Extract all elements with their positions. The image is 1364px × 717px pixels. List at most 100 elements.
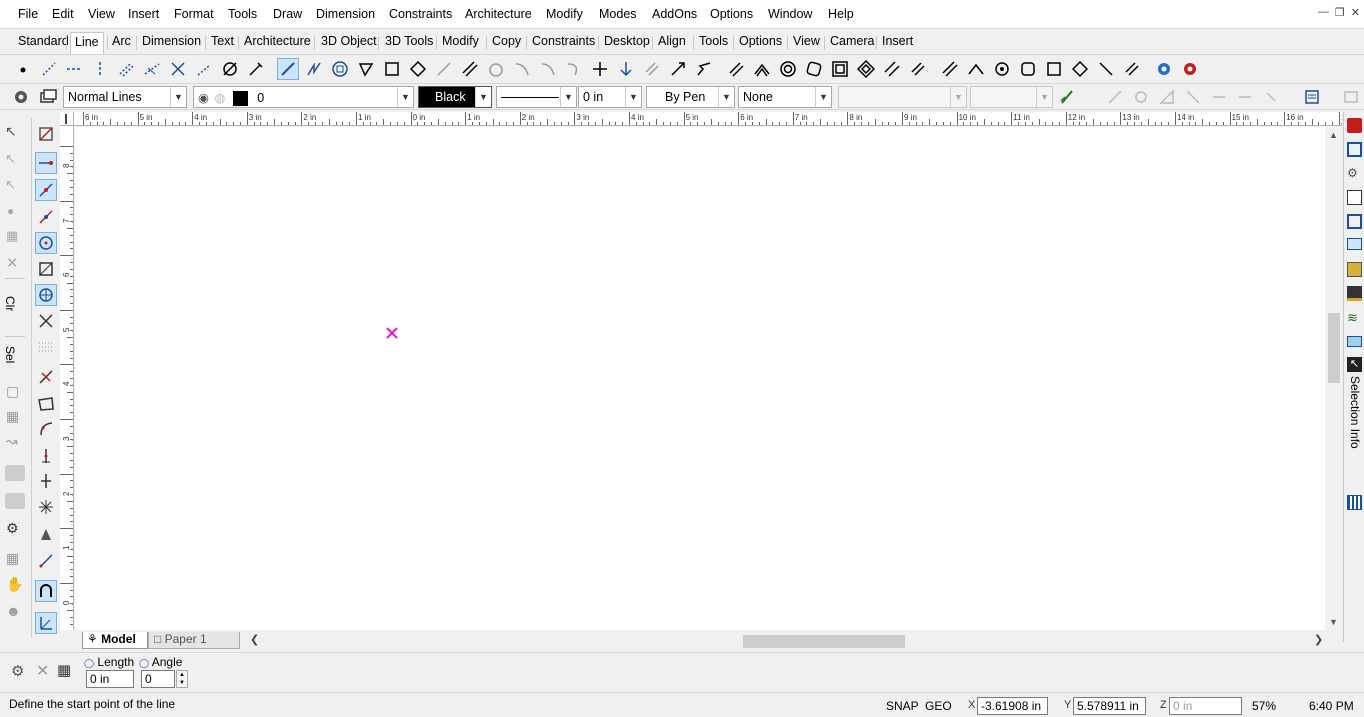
snap-angle-icon[interactable] [35, 612, 57, 634]
select-label[interactable]: Sel [3, 346, 17, 363]
tab-3d-tools[interactable]: 3D Tools [384, 34, 434, 52]
minimize-icon[interactable]: — [1318, 6, 1329, 19]
pen-select[interactable]: By Pen ▼ [646, 86, 735, 108]
menu-edit[interactable]: Edit [52, 7, 74, 21]
snap-box-icon[interactable] [35, 258, 57, 280]
snap-toggle[interactable]: SNAP [886, 699, 919, 713]
tab-desktop[interactable]: Desktop [603, 34, 651, 52]
wall-parallel-tool-icon[interactable] [939, 58, 961, 80]
menu-modify[interactable]: Modify [546, 7, 583, 21]
y-coordinate-field[interactable]: 5.578911 in [1073, 697, 1146, 715]
tab-text[interactable]: Text [210, 34, 235, 52]
double-rectangle-tool-icon[interactable] [829, 58, 851, 80]
vertical-scroll-thumb[interactable] [1328, 313, 1340, 383]
x-coordinate-field[interactable]: -3.61908 in [977, 697, 1048, 715]
line-style-select[interactable]: ▼ [496, 86, 577, 108]
extend-tool-icon[interactable] [667, 58, 689, 80]
scroll-left-icon[interactable]: ❮ [250, 633, 259, 646]
z-coordinate-field[interactable]: 0 in [1169, 697, 1242, 715]
double-diamond-tool-icon[interactable] [855, 58, 877, 80]
delete-icon[interactable]: ✕ [6, 254, 19, 272]
tab-view[interactable]: View [792, 34, 821, 52]
angle-input[interactable]: 0 [141, 670, 175, 688]
chamfer-line-tool-icon[interactable] [433, 58, 455, 80]
hatch-tool-icon[interactable] [641, 58, 663, 80]
geo-toggle[interactable]: GEO [925, 699, 952, 713]
align-tool-3-icon[interactable] [1156, 86, 1178, 108]
right-tool-3-icon[interactable]: ⚙ [1347, 166, 1362, 181]
restore-icon[interactable]: ❐ [1335, 6, 1345, 19]
tab-options[interactable]: Options [738, 34, 783, 52]
eye-icon[interactable]: ◉ [198, 91, 209, 105]
user-icon[interactable]: ☻ [6, 603, 21, 619]
menu-tools[interactable]: Tools [228, 7, 257, 21]
align-tool-6-icon[interactable] [1234, 86, 1256, 108]
donut-tool-icon[interactable] [777, 58, 799, 80]
scroll-right-icon[interactable]: ❯ [1314, 633, 1323, 646]
tab-line[interactable]: Line [70, 32, 104, 54]
properties-panel-icon[interactable] [1302, 86, 1324, 108]
point-tool-icon[interactable] [12, 58, 34, 80]
tab-copy[interactable]: Copy [491, 34, 522, 52]
trim-tool-icon[interactable] [589, 58, 611, 80]
vertical-scrollbar[interactable]: ▲ ▼ [1325, 127, 1342, 632]
panel-toggle-icon[interactable] [1340, 86, 1362, 108]
snap-plus-icon[interactable] [35, 470, 57, 492]
layer-number-select[interactable]: ◉ ◍ 0 ▼ [193, 86, 414, 108]
layer-manager-icon[interactable] [37, 86, 59, 108]
double-line-tool-icon[interactable] [459, 58, 481, 80]
menu-architecture[interactable]: Architecture [465, 7, 532, 21]
close-icon[interactable]: ✕ [1351, 6, 1360, 19]
fill-color-select[interactable]: ▼ [970, 86, 1053, 108]
settings-red-gear-icon[interactable] [1179, 58, 1201, 80]
length-input[interactable]: 0 in [86, 670, 134, 688]
tab-paper-1[interactable]: □ Paper 1 [148, 632, 240, 649]
layer-select[interactable]: Normal Lines ▼ [63, 86, 187, 108]
angle-wall-tool-icon[interactable] [1095, 58, 1117, 80]
menu-addons[interactable]: AddOns [652, 7, 697, 21]
tab-architecture[interactable]: Architecture [243, 34, 312, 52]
select-circle-icon[interactable]: ● [7, 204, 14, 218]
tab-standard[interactable]: Standard [17, 34, 70, 52]
scroll-down-icon[interactable]: ▼ [1329, 617, 1338, 627]
horizontal-line-tool-icon[interactable] [63, 58, 85, 80]
select-lasso-icon[interactable]: ↝ [6, 433, 18, 450]
zoom-level[interactable]: 57% [1252, 699, 1276, 713]
menu-constraints[interactable]: Constraints [389, 7, 452, 21]
menu-insert[interactable]: Insert [128, 7, 159, 21]
parallel-line-tool-icon[interactable] [115, 58, 137, 80]
regular-polygon-circle-tool-icon[interactable] [329, 58, 351, 80]
snap-perpendicular-icon[interactable] [35, 366, 57, 388]
right-tool-5-icon[interactable] [1347, 214, 1362, 229]
triangle-tool-icon[interactable] [355, 58, 377, 80]
rectangle-tool-icon[interactable] [381, 58, 403, 80]
snap-endpoint-icon[interactable] [35, 152, 57, 174]
tab-insert[interactable]: Insert [881, 34, 914, 52]
tab-dimension[interactable]: Dimension [141, 34, 202, 52]
bisector-tool-icon[interactable] [245, 58, 267, 80]
column-tool-icon[interactable] [991, 58, 1013, 80]
vertical-line-tool-icon[interactable] [89, 58, 111, 80]
snap-magnet-icon[interactable] [35, 580, 57, 602]
curve-tool-icon[interactable] [563, 58, 585, 80]
freehand-tool-icon[interactable] [693, 58, 715, 80]
select-tools-icon[interactable]: ⚙ [6, 520, 19, 537]
table-icon[interactable]: ▦ [57, 661, 71, 679]
selection-info-label[interactable]: Selection Info [1348, 376, 1362, 449]
cancel-icon[interactable]: ✕ [36, 661, 49, 681]
select-node-icon[interactable]: ↖ [5, 151, 16, 167]
color-select[interactable]: Black ▼ [418, 86, 492, 108]
align-tool-2-icon[interactable] [1130, 86, 1152, 108]
wall-tool-icon[interactable] [725, 58, 747, 80]
align-tool-5-icon[interactable] [1208, 86, 1230, 108]
select-pen-icon[interactable] [5, 493, 25, 509]
line-width-select[interactable]: 0 in ▼ [578, 86, 642, 108]
right-tool-11-icon[interactable] [1347, 495, 1362, 510]
perpendicular-tool-icon[interactable] [193, 58, 215, 80]
menu-format[interactable]: Format [174, 7, 214, 21]
tools-icon[interactable]: ⚙ [11, 662, 24, 680]
snap-grid-icon[interactable] [35, 336, 57, 358]
right-tool-1-icon[interactable] [1347, 118, 1362, 133]
snap-midpoint-icon[interactable] [35, 206, 57, 228]
right-tool-9-icon[interactable]: ≋ [1347, 310, 1362, 325]
